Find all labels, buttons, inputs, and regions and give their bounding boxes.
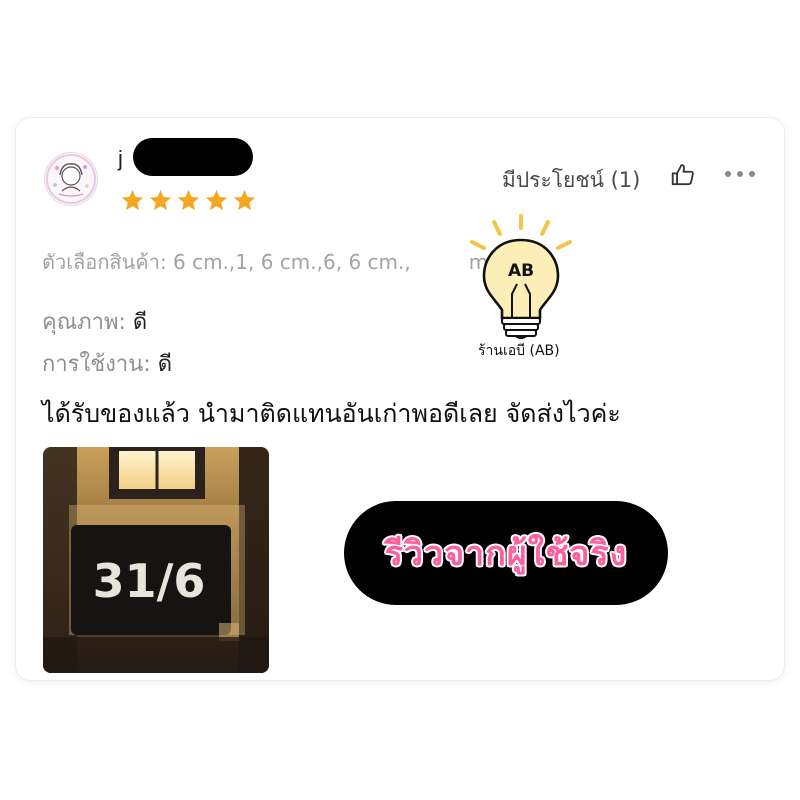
quality-row: คุณภาพ: ดี <box>42 304 147 339</box>
quality-value: ดี <box>132 310 148 335</box>
thumb-up-icon[interactable] <box>670 162 696 188</box>
logo-text: AB <box>508 261 534 281</box>
review-card: j มีประโยชน์ (1) ตัวเลือกสินค้า: 6 cm.,1… <box>16 118 784 680</box>
usage-label: การใช้งาน: <box>42 352 151 377</box>
usage-value: ดี <box>157 352 173 377</box>
name-redaction <box>133 138 253 176</box>
reviewer-name: j <box>118 146 123 171</box>
variant-text: ตัวเลือกสินค้า: 6 cm.,1, 6 cm.,6, 6 cm., <box>42 250 411 274</box>
star-icon <box>177 189 200 211</box>
star-icon <box>233 189 256 211</box>
avatar[interactable] <box>44 152 98 206</box>
rating-stars <box>120 188 257 213</box>
real-review-badge: รีวิวจากผู้ใช้จริง <box>344 501 668 605</box>
review-comment: ได้รับของแล้ว นำมาติดแทนอันเก่าพอดีเลย จ… <box>42 399 621 428</box>
more-horizontal-icon[interactable] <box>720 162 760 186</box>
photo-number-text: 31/6 <box>93 554 206 608</box>
real-review-badge-text: รีวิวจากผู้ใช้จริง <box>384 534 628 574</box>
house-number-photo: 31/6 <box>43 447 269 673</box>
lightbulb-logo: AB <box>470 214 572 339</box>
helpful-count: มีประโยชน์ (1) <box>502 168 641 192</box>
review-photo[interactable]: 31/6 <box>43 447 269 673</box>
quality-label: คุณภาพ: <box>42 310 126 335</box>
product-variant: ตัวเลือกสินค้า: 6 cm.,1, 6 cm.,6, 6 cm.,… <box>42 246 508 278</box>
usage-row: การใช้งาน: ดี <box>42 346 172 381</box>
shop-label: ร้านเอบี (AB) <box>478 343 560 359</box>
star-icon <box>121 189 144 211</box>
star-icon <box>149 189 172 211</box>
star-icon <box>205 189 228 211</box>
avatar-illustration <box>46 154 96 204</box>
